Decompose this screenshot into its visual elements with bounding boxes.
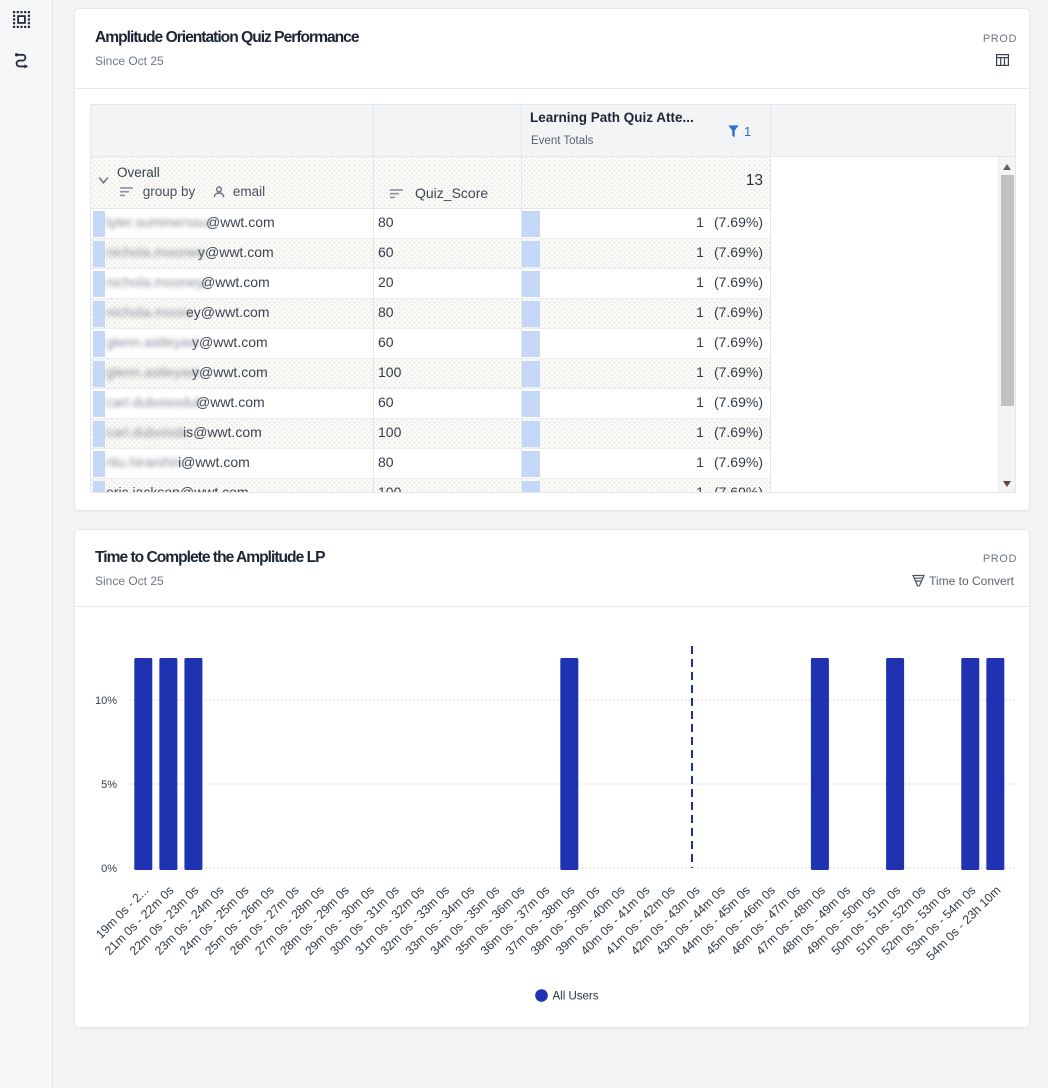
- svg-text:All Users: All Users: [553, 991, 599, 1003]
- svg-text:5%: 5%: [101, 779, 117, 791]
- svg-text:10%: 10%: [95, 695, 117, 707]
- svg-text:0%: 0%: [101, 863, 117, 875]
